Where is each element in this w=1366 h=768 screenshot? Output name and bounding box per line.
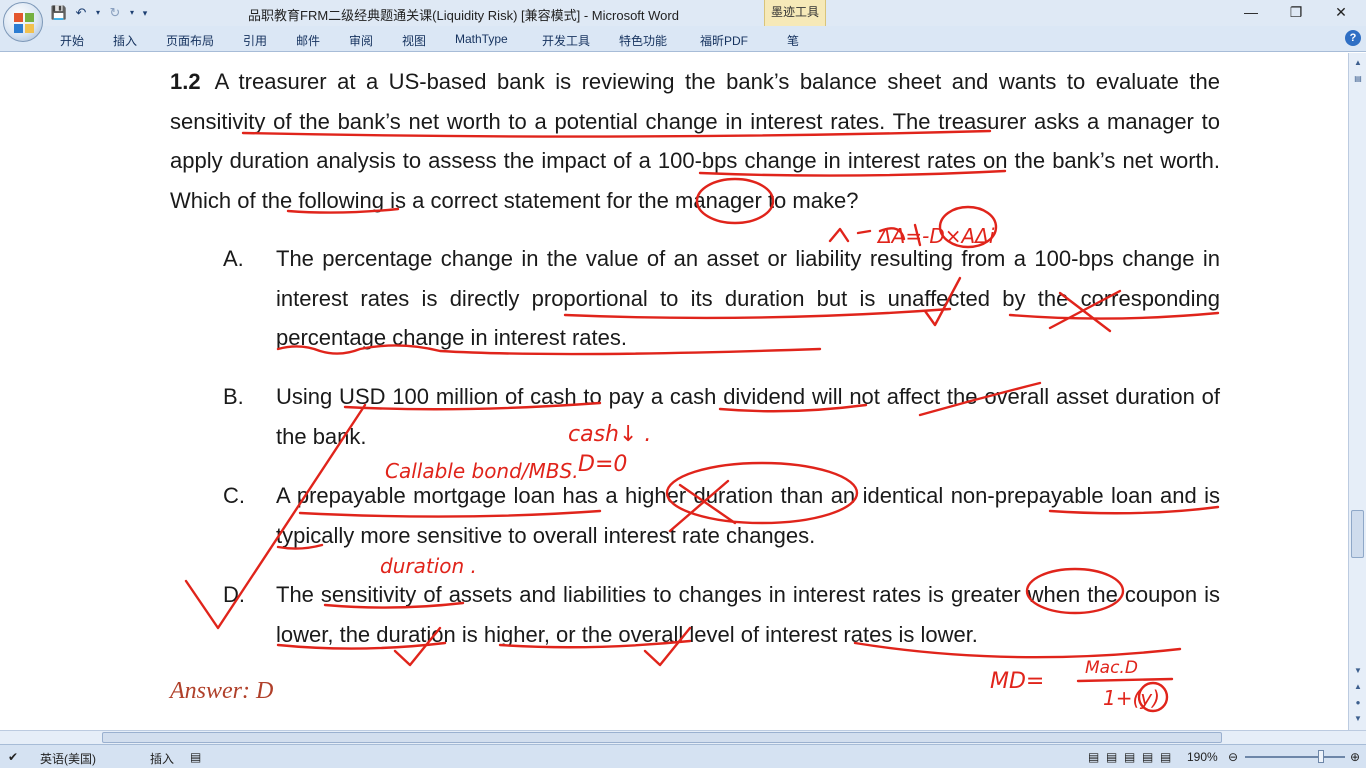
option-d-text: The sensitivity of assets and liabilitie… [276,582,1220,647]
previous-page-icon[interactable]: ▲ [1352,681,1364,693]
undo-dropdown-icon[interactable]: ▾ [94,4,102,22]
zoom-slider[interactable] [1245,756,1345,758]
vertical-scrollbar[interactable]: ▲ ▤ ▼ ▲ ● ▼ [1348,53,1366,730]
document-area[interactable]: 1.2 A treasurer at a US-based bank is rev… [0,53,1348,730]
option-b-letter: B. [223,384,244,409]
tab-review[interactable]: 审阅 [349,32,373,49]
ink-formula-numerator: Mac.D [1085,658,1138,678]
answer-line: Answer: D [170,678,274,704]
office-button[interactable] [3,2,43,42]
tab-pen[interactable]: 笔 [787,32,799,49]
zoom-slider-thumb[interactable] [1318,750,1324,763]
scroll-down-icon[interactable]: ▼ [1352,665,1364,677]
ruler-toggle-icon[interactable]: ▤ [1352,73,1364,85]
tab-mathtype[interactable]: MathType [455,32,508,46]
title-bar: 💾 ↶ ▾ ↻ ▾ ▾ 品职教育FRM二级经典题通关课(Liquidity Ri… [0,0,1366,26]
tab-view[interactable]: 视图 [402,32,426,49]
minimize-button[interactable]: — [1228,0,1274,24]
view-web-layout-icon[interactable]: ▤ [1124,750,1135,764]
question-paragraph: 1.2 A treasurer at a US-based bank is rev… [170,62,1220,220]
quick-access-toolbar: 💾 ↶ ▾ ↻ ▾ ▾ [50,4,150,22]
option-c-letter: C. [223,483,245,508]
option-d-letter: D. [223,582,245,607]
redo-dropdown-icon[interactable]: ▾ [128,4,136,22]
option-b-text: Using USD 100 million of cash to pay a c… [276,384,1220,449]
select-browse-object-icon[interactable]: ● [1352,697,1364,709]
ribbon-tabs: 开始 插入 页面布局 引用 邮件 审阅 视图 MathType 开发工具 特色功… [0,26,1366,52]
option-a-letter: A. [223,246,244,271]
office-logo-icon [14,13,34,33]
view-outline-icon[interactable]: ▤ [1142,750,1153,764]
save-icon[interactable]: 💾 [50,4,68,22]
proofing-icon[interactable]: ✔ [8,750,18,764]
scroll-up-icon[interactable]: ▲ [1352,57,1364,69]
zoom-level[interactable]: 190% [1187,750,1218,764]
window-title: 品职教育FRM二级经典题通关课(Liquidity Risk) [兼容模式] -… [248,8,679,23]
next-page-icon[interactable]: ▼ [1352,713,1364,725]
language-status[interactable]: 英语(美国) [40,750,96,767]
status-bar: ✔ 英语(美国) 插入 ▤ ▤ ▤ ▤ ▤ ▤ 190% ⊖ ⊕ [0,744,1366,768]
tab-references[interactable]: 引用 [243,32,267,49]
zoom-in-icon[interactable]: ⊕ [1350,750,1360,764]
zoom-out-icon[interactable]: ⊖ [1228,750,1238,764]
undo-icon[interactable]: ↶ [72,4,90,22]
view-full-screen-icon[interactable]: ▤ [1106,750,1117,764]
ink-circle [1137,681,1169,713]
tab-developer[interactable]: 开发工具 [542,32,590,49]
insert-mode-status[interactable]: 插入 [150,750,174,767]
horizontal-scrollbar[interactable] [0,730,1366,744]
tab-home[interactable]: 开始 [60,32,84,49]
view-draft-icon[interactable]: ▤ [1160,750,1171,764]
option-c-text: A prepayable mortgage loan has a higher … [276,483,1220,548]
vertical-scroll-thumb[interactable] [1351,510,1364,558]
ink-fraction-bar [1076,677,1174,683]
tab-mailings[interactable]: 邮件 [296,32,320,49]
help-icon[interactable]: ? [1345,30,1361,46]
view-print-layout-icon[interactable]: ▤ [1088,750,1099,764]
ink-tools-contextual-tab: 墨迹工具 [764,0,826,26]
ink-formula-md: MD= [990,669,1044,694]
tab-page-layout[interactable]: 页面布局 [166,32,214,49]
tab-features[interactable]: 特色功能 [619,32,667,49]
question-text: A treasurer at a US-based bank is review… [170,69,1220,213]
macro-record-icon[interactable]: ▤ [190,750,201,764]
question-number: 1.2 [170,69,201,94]
redo-icon[interactable]: ↻ [106,4,124,22]
tab-insert[interactable]: 插入 [113,32,137,49]
customize-qat-icon[interactable]: ▾ [140,4,150,22]
ink-formula-denominator: 1+(y) [1103,686,1160,710]
close-button[interactable]: ✕ [1318,0,1364,24]
option-a-text: The percentage change in the value of an… [276,246,1220,350]
horizontal-scroll-thumb[interactable] [102,732,1222,743]
tab-foxit-pdf[interactable]: 福昕PDF [700,32,748,49]
maximize-button[interactable]: ❐ [1273,0,1319,24]
